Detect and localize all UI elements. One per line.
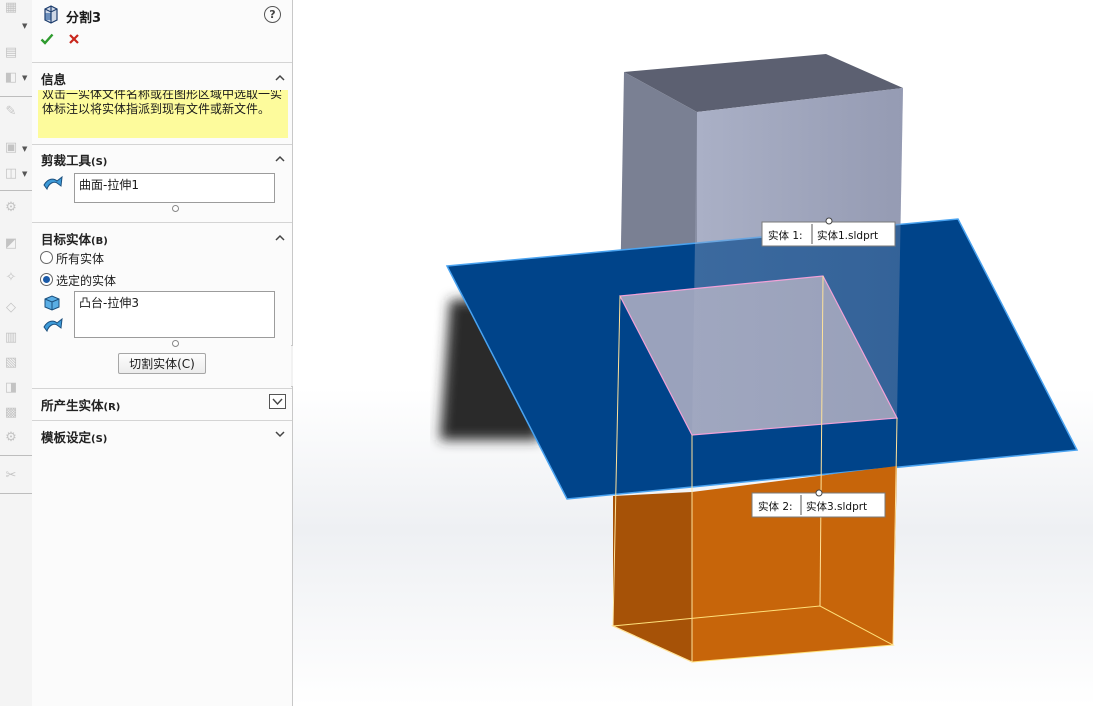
solid-body-icon bbox=[44, 295, 60, 311]
collapse-icon[interactable] bbox=[275, 74, 285, 81]
resulting-bodies-title: 所产生实体(R) bbox=[41, 398, 121, 413]
model-view[interactable]: 实体 1: 实体1.sldprt 实体 2: 实体3.sldprt bbox=[293, 0, 1093, 706]
lower-body-left-face[interactable] bbox=[613, 492, 692, 662]
trim-tool-list[interactable]: 曲面-拉伸1 bbox=[74, 173, 275, 203]
separator bbox=[0, 96, 32, 97]
cancel-button[interactable] bbox=[67, 32, 81, 46]
feature-icon[interactable]: ▧ bbox=[2, 355, 20, 371]
property-manager: 分割3 ? 信息 双击一实体文件名称或在图形区域中选取一实体标注以将实体指派到现… bbox=[32, 0, 293, 706]
collapse-icon[interactable] bbox=[275, 155, 285, 162]
plane-icon[interactable]: ◇ bbox=[2, 300, 20, 316]
surface-icon[interactable]: ▥ bbox=[2, 330, 20, 346]
radio-all-bodies-label: 所有实体 bbox=[56, 252, 105, 266]
template-settings-title: 模板设定(S) bbox=[41, 430, 108, 445]
radio-all-bodies[interactable] bbox=[40, 251, 53, 264]
left-toolbar-strip: ▦ ▼ ▤ ◧ ▼ ✎ ▣ ▼ ◫ ▼ ⚙ ◩ ✧ ◇ ▥ ▧ ◨ ▩ ⚙ ✂ bbox=[0, 0, 33, 706]
upper-body-front-overlay bbox=[692, 88, 903, 435]
feature-tree-icon[interactable]: ▦ bbox=[2, 0, 20, 16]
template-settings-section: 模板设定(S) bbox=[32, 420, 292, 453]
material-icon[interactable]: ▩ bbox=[2, 405, 20, 421]
cut-bodies-button[interactable]: 切割实体(C) bbox=[118, 353, 206, 374]
tool-icon[interactable]: ✂ bbox=[2, 468, 20, 484]
expand-icon[interactable] bbox=[275, 431, 285, 438]
trim-tool-section: 剪裁工具(S) 曲面-拉伸1 bbox=[32, 144, 292, 223]
resize-handle[interactable] bbox=[172, 340, 179, 347]
separator bbox=[0, 190, 32, 191]
body-icon[interactable]: ▣ bbox=[2, 140, 20, 156]
callout-1-file: 实体1.sldprt bbox=[817, 229, 878, 242]
resulting-bodies-section: 所产生实体(R) bbox=[32, 388, 292, 421]
info-message: 双击一实体文件名称或在图形区域中选取一实体标注以将实体指派到现有文件或新文件。 bbox=[38, 90, 288, 138]
gear-icon[interactable]: ⚙ bbox=[2, 200, 20, 216]
split-icon[interactable]: ◨ bbox=[2, 380, 20, 396]
chevron-down-icon[interactable]: ▼ bbox=[22, 170, 27, 178]
radio-selected-bodies[interactable] bbox=[40, 273, 53, 286]
target-bodies-title: 目标实体(B) bbox=[41, 232, 108, 247]
radio-selected-bodies-label: 选定的实体 bbox=[56, 274, 117, 288]
info-section-title: 信息 bbox=[41, 72, 67, 87]
split-feature-icon bbox=[44, 5, 58, 24]
part-icon[interactable]: ◩ bbox=[2, 236, 20, 252]
separator bbox=[0, 455, 32, 456]
chevron-down-icon[interactable]: ▼ bbox=[22, 22, 27, 30]
trim-tool-title: 剪裁工具(S) bbox=[41, 153, 108, 168]
chevron-down-icon[interactable]: ▼ bbox=[22, 145, 27, 153]
solid-icon[interactable]: ◫ bbox=[2, 166, 20, 182]
chevron-down-icon[interactable]: ▼ bbox=[22, 74, 27, 82]
callout-1-label: 实体 1: bbox=[768, 229, 803, 242]
sketch-plane-icon[interactable]: ⚙ bbox=[2, 430, 20, 446]
config-icon[interactable]: ◧ bbox=[2, 70, 20, 86]
surface-tool-icon bbox=[43, 317, 63, 333]
callout-2-label: 实体 2: bbox=[758, 500, 793, 513]
origin-icon[interactable]: ✧ bbox=[2, 270, 20, 286]
graphics-area[interactable]: 实体 1: 实体1.sldprt 实体 2: 实体3.sldprt bbox=[293, 0, 1093, 706]
help-icon[interactable]: ? bbox=[264, 6, 281, 23]
body-callout-2[interactable]: 实体 2: 实体3.sldprt bbox=[751, 489, 886, 518]
page-title: 分割3 bbox=[66, 11, 102, 26]
surface-tool-icon bbox=[43, 175, 63, 191]
callout-2-file: 实体3.sldprt bbox=[806, 500, 867, 513]
chevron-down-icon bbox=[272, 398, 283, 406]
resize-handle[interactable] bbox=[172, 205, 179, 212]
expand-button[interactable] bbox=[269, 394, 286, 409]
ok-button[interactable] bbox=[40, 32, 54, 46]
target-bodies-list[interactable]: 凸台-拉伸3 bbox=[74, 291, 275, 338]
property-icon[interactable]: ▤ bbox=[2, 45, 20, 61]
separator bbox=[0, 493, 32, 494]
collapse-icon[interactable] bbox=[275, 234, 285, 241]
body-callout-1[interactable]: 实体 1: 实体1.sldprt bbox=[761, 217, 896, 247]
sketch-icon[interactable]: ✎ bbox=[2, 104, 20, 120]
